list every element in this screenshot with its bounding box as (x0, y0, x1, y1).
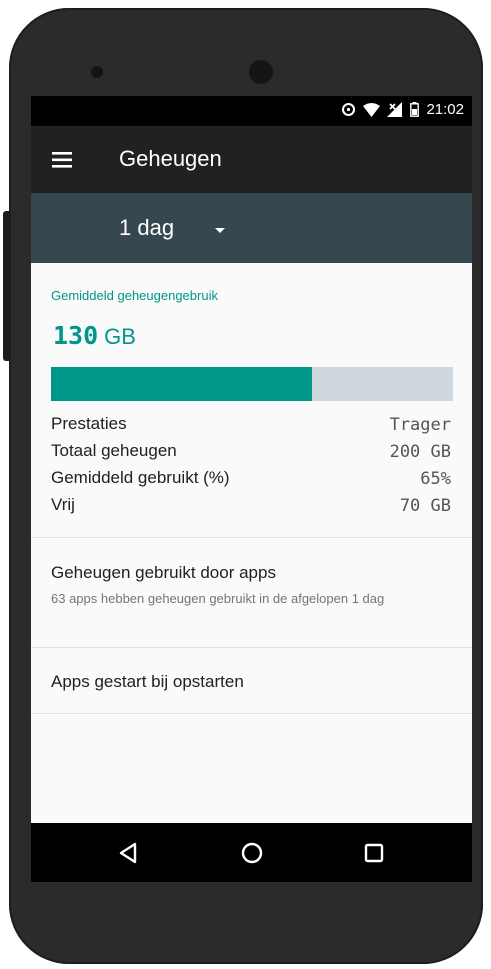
data-saver-icon (341, 102, 356, 117)
back-icon[interactable] (114, 838, 144, 868)
stat-value: Trager (389, 415, 451, 435)
memory-usage-bar-fill (51, 367, 313, 401)
hamburger-menu-icon[interactable] (52, 150, 74, 170)
stat-row-total-memory: Totaal geheugen 200 GB (51, 441, 453, 468)
clock: 21:02 (426, 101, 464, 118)
screen: 21:02 Geheugen 1 dag Gemiddeld geheugeng… (31, 96, 472, 882)
stat-value: 200 GB (389, 442, 451, 462)
dropdown-arrow-icon (214, 215, 226, 241)
front-camera (249, 60, 273, 84)
list-item-title: Apps gestart bij opstarten (51, 672, 244, 691)
usage-unit: GB (104, 324, 136, 349)
page-title: Geheugen (119, 146, 222, 171)
period-bar: 1 dag (31, 193, 472, 263)
stat-row-free: Vrij 70 GB (51, 495, 453, 522)
navigation-bar (31, 823, 472, 882)
memory-content: Gemiddeld geheugengebruik 130 GB Prestati… (31, 263, 472, 823)
stat-value: 65% (420, 469, 451, 489)
power-button (3, 211, 11, 361)
home-icon[interactable] (237, 838, 267, 868)
memory-usage-bar (51, 367, 453, 401)
stat-label: Vrij (51, 495, 75, 514)
period-selected-value: 1 dag (119, 215, 175, 240)
usage-number: 130 (53, 321, 99, 350)
stat-row-average-used: Gemiddeld gebruikt (%) 65% (51, 468, 453, 495)
stat-label: Gemiddeld gebruikt (%) (51, 468, 230, 487)
battery-icon (410, 102, 420, 117)
stat-label: Totaal geheugen (51, 441, 177, 460)
list-item-subtitle: 63 apps hebben geheugen gebruikt in de a… (51, 591, 385, 606)
average-usage-value: 130 GB (53, 321, 136, 351)
list-item-memory-used-by-apps[interactable]: Geheugen gebruikt door apps 63 apps hebb… (31, 538, 472, 647)
stat-value: 70 GB (399, 496, 451, 516)
average-usage-label: Gemiddeld geheugengebruik (51, 288, 218, 303)
memory-stats: Prestaties Trager Totaal geheugen 200 GB… (51, 414, 453, 522)
app-toolbar: Geheugen (31, 126, 472, 193)
recents-icon[interactable] (359, 838, 389, 868)
divider (31, 713, 472, 714)
status-bar: 21:02 (31, 96, 472, 126)
wifi-icon (363, 102, 381, 117)
stat-row-performance: Prestaties Trager (51, 414, 453, 441)
signal-off-icon (387, 102, 403, 117)
list-item-apps-started-at-boot[interactable]: Apps gestart bij opstarten (31, 648, 472, 712)
period-dropdown[interactable]: 1 dag (119, 193, 226, 263)
list-item-title: Geheugen gebruikt door apps (51, 563, 276, 582)
stat-label: Prestaties (51, 414, 127, 433)
proximity-sensor (91, 66, 103, 78)
